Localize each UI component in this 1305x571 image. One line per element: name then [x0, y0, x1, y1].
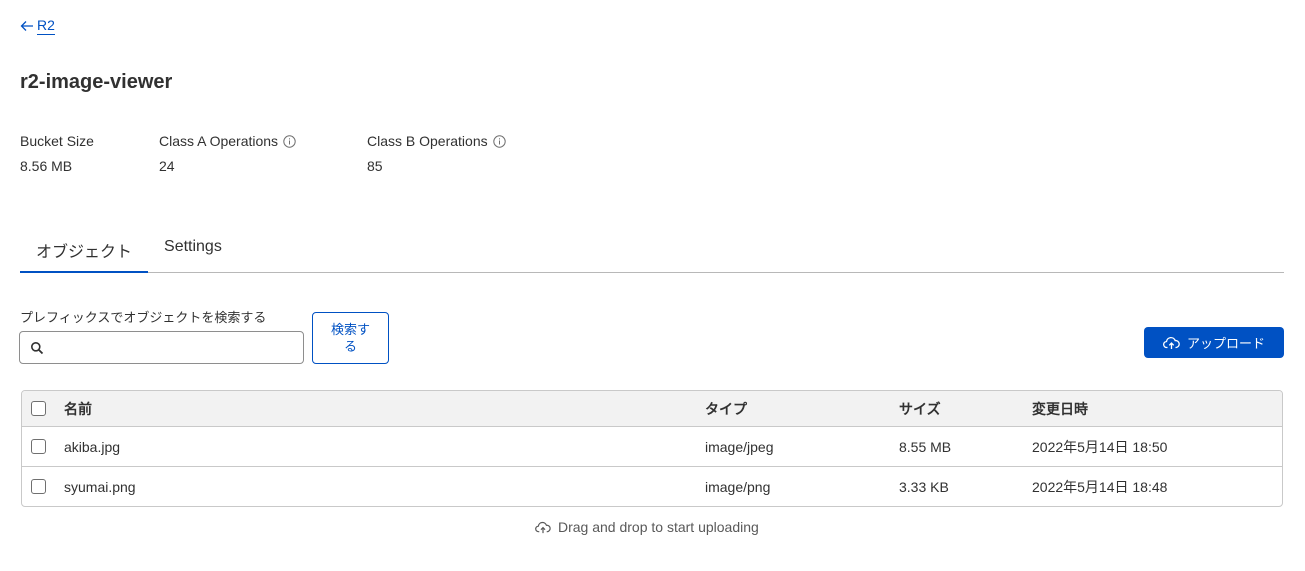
stat-class-b-value: 85 [367, 158, 383, 174]
select-all-checkbox[interactable] [31, 401, 46, 416]
info-icon[interactable] [283, 134, 296, 148]
search-button-label-line1: 検索す [330, 322, 370, 337]
upload-button-label: アップロード [1186, 336, 1265, 351]
bucket-stats: Bucket Size 8.56 MB Class A Operations 2… [20, 133, 506, 174]
search-input[interactable] [50, 339, 303, 356]
info-icon[interactable] [492, 134, 506, 148]
object-type: image/jpeg [705, 438, 774, 455]
column-header-date[interactable]: 変更日時 [1032, 399, 1282, 419]
object-size: 8.55 MB [899, 438, 952, 455]
table-row[interactable]: akiba.jpg image/jpeg 8.55 MB 2022年5月14日 … [22, 426, 1282, 466]
stat-bucket-size-value: 8.56 MB [20, 158, 73, 174]
stat-bucket-size-label: Bucket Size [20, 133, 94, 149]
search-label: プレフィックスでオブジェクトを検索する [20, 310, 267, 325]
stat-class-b: Class B Operations 85 [367, 133, 506, 174]
cloud-upload-icon [1163, 336, 1180, 349]
back-link-label: R2 [37, 17, 55, 35]
stat-class-b-label: Class B Operations [367, 133, 488, 149]
object-name[interactable]: akiba.jpg [64, 439, 705, 455]
search-box[interactable] [19, 331, 304, 364]
search-icon [31, 341, 44, 354]
tab-objects[interactable]: オブジェクト [20, 224, 149, 273]
row-checkbox[interactable] [31, 439, 46, 454]
search-button[interactable]: 検索す る [312, 312, 389, 364]
object-date: 2022年5月14日 18:48 [1032, 478, 1168, 495]
column-header-type[interactable]: タイプ [705, 399, 899, 419]
stat-class-a-value: 24 [159, 158, 175, 174]
object-size: 3.33 KB [899, 478, 949, 495]
row-checkbox[interactable] [31, 479, 46, 494]
table-row[interactable]: syumai.png image/png 3.33 KB 2022年5月14日 … [22, 466, 1282, 506]
drop-zone-text: Drag and drop to start uploading [558, 519, 759, 535]
tab-bar: オブジェクト Settings [20, 224, 1284, 273]
tab-settings[interactable]: Settings [148, 224, 238, 272]
arrow-left-icon [20, 21, 33, 31]
stat-class-a-label: Class A Operations [159, 133, 279, 149]
objects-table: 名前 タイプ サイズ 変更日時 akiba.jpg image/jpeg 8.5… [21, 390, 1283, 507]
object-type: image/png [705, 478, 771, 495]
drop-zone[interactable]: Drag and drop to start uploading [535, 519, 759, 535]
table-header: 名前 タイプ サイズ 変更日時 [22, 391, 1282, 426]
column-header-size[interactable]: サイズ [899, 399, 1032, 419]
cloud-upload-icon [535, 521, 551, 533]
object-date: 2022年5月14日 18:50 [1032, 438, 1168, 455]
column-header-name[interactable]: 名前 [64, 399, 705, 419]
object-name[interactable]: syumai.png [64, 479, 705, 495]
stat-class-a: Class A Operations 24 [159, 133, 367, 174]
back-link-r2[interactable]: R2 [20, 17, 55, 35]
stat-bucket-size: Bucket Size 8.56 MB [20, 133, 159, 174]
upload-button[interactable]: アップロード [1144, 327, 1284, 358]
search-button-label-line2: る [343, 339, 357, 354]
page-title: r2-image-viewer [20, 71, 173, 93]
